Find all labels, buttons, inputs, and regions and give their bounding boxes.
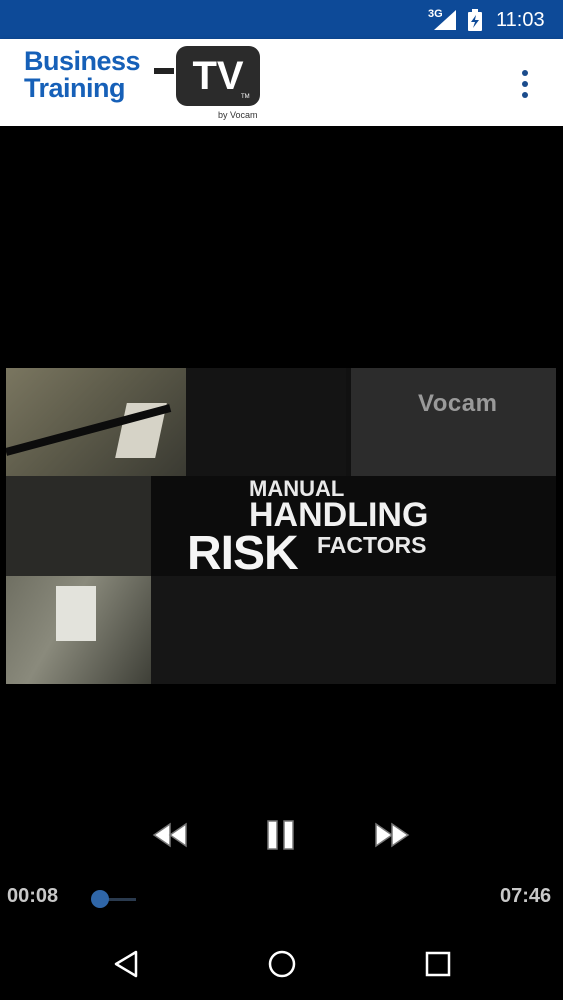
video-title-risk: RISK — [187, 527, 299, 580]
signal-icon — [434, 10, 456, 30]
overflow-menu-icon[interactable] — [512, 66, 538, 102]
status-time: 11:03 — [496, 9, 545, 31]
video-watermark: Vocam — [418, 390, 498, 417]
logo-by-vocam: by Vocam — [218, 110, 258, 120]
logo-trademark: TM — [241, 94, 250, 100]
video-scene-panel — [6, 476, 151, 576]
back-icon — [114, 950, 138, 978]
battery-charging-icon — [468, 9, 482, 31]
video-scene-panel — [351, 368, 556, 476]
video-scene-highlight — [56, 586, 96, 641]
recents-icon — [425, 951, 451, 977]
app-logo: Business Training TV TM by Vocam — [24, 46, 264, 120]
total-duration: 07:46 — [500, 885, 552, 907]
back-button[interactable] — [96, 936, 156, 992]
recents-button[interactable] — [408, 936, 468, 992]
rewind-button[interactable] — [147, 816, 193, 854]
home-button[interactable] — [252, 936, 312, 992]
rewind-icon — [152, 822, 187, 848]
seek-thumb[interactable] — [91, 890, 109, 908]
fast-forward-icon — [375, 822, 410, 848]
pause-icon — [267, 820, 294, 850]
home-icon — [268, 950, 296, 978]
video-scene-panel — [186, 368, 346, 476]
current-time: 00:08 — [7, 885, 59, 907]
system-nav-bar — [0, 936, 563, 1000]
status-bar: 3G 11:03 — [0, 0, 563, 39]
video-scene-panel — [151, 576, 556, 684]
video-player[interactable]: Vocam MANUAL HANDLING RISK FACTORS — [0, 126, 563, 936]
video-title-factors: FACTORS — [317, 532, 427, 558]
logo-word-business: Business — [24, 46, 141, 76]
video-frame[interactable]: Vocam MANUAL HANDLING RISK FACTORS — [6, 368, 556, 684]
logo-dash — [154, 68, 174, 74]
logo-word-training: Training — [24, 73, 126, 103]
fast-forward-button[interactable] — [369, 816, 415, 854]
pause-button[interactable] — [258, 816, 304, 854]
